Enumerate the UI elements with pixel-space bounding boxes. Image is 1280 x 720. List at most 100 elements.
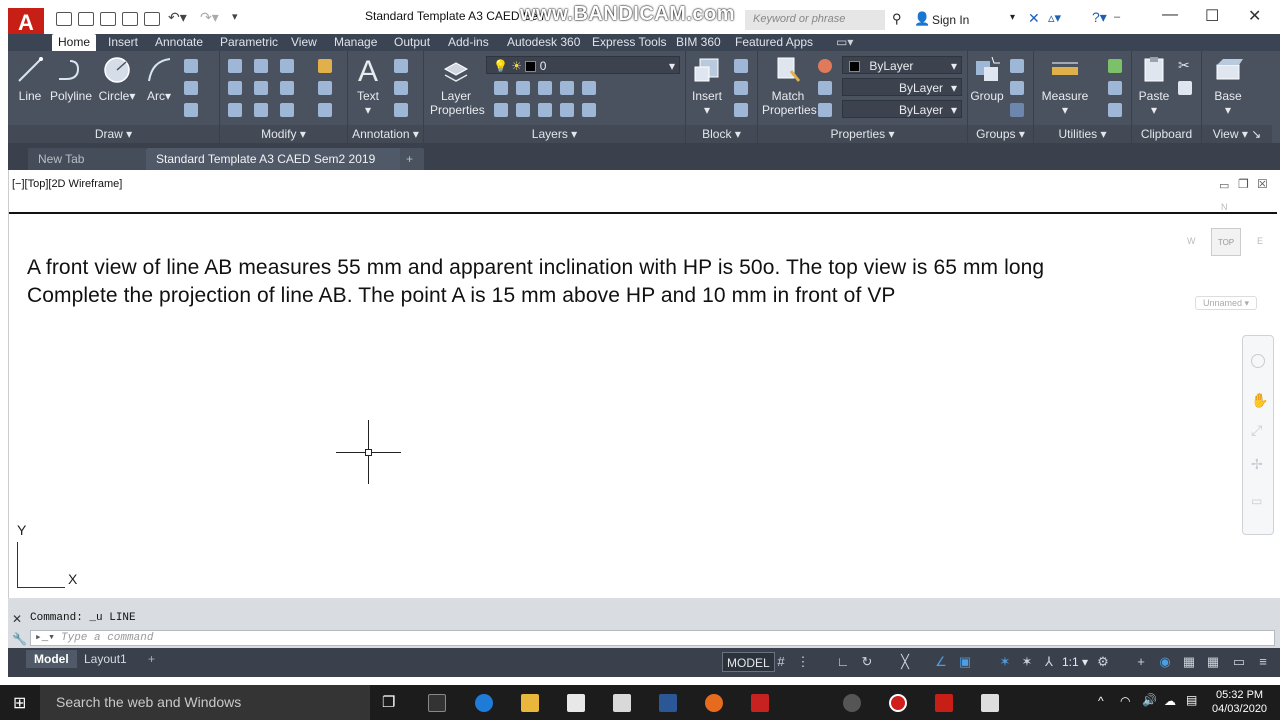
model-layout-tab[interactable]: Model bbox=[26, 650, 77, 668]
auto-scale-icon[interactable]: ✶ bbox=[1020, 655, 1034, 669]
command-prompt-app-icon[interactable] bbox=[428, 694, 446, 712]
showmotion-icon[interactable]: ▭ bbox=[1251, 494, 1262, 508]
help-icon[interactable]: ?▾ bbox=[1092, 9, 1107, 26]
minimize-app-icon[interactable]: – bbox=[1114, 11, 1120, 23]
tab-addins[interactable]: Add-ins bbox=[442, 34, 495, 51]
erase-icon[interactable] bbox=[318, 59, 332, 73]
onedrive-icon[interactable]: ☁ bbox=[1164, 694, 1176, 708]
linetype-dropdown[interactable]: ByLayer ▾ bbox=[842, 78, 962, 96]
group-edit-icon[interactable] bbox=[1010, 81, 1024, 95]
tab-manage[interactable]: Manage bbox=[328, 34, 383, 51]
layer-properties-button[interactable]: Layer Properties bbox=[430, 55, 485, 117]
layer-tool-icon[interactable] bbox=[538, 81, 552, 95]
insert-button[interactable]: Insert ▾ bbox=[688, 55, 726, 117]
layer-tool-icon[interactable] bbox=[582, 103, 596, 117]
command-input[interactable]: ▸_▾ Type a command bbox=[30, 630, 1275, 646]
save-icon[interactable] bbox=[100, 12, 116, 26]
annotation-scale-icon[interactable]: ⅄ bbox=[1042, 655, 1056, 669]
add-layout-icon[interactable]: + bbox=[140, 650, 163, 668]
search-tool-icon[interactable] bbox=[843, 694, 861, 712]
tab-options-icon[interactable]: ▭▾ bbox=[830, 34, 859, 51]
line-button[interactable]: Line bbox=[14, 55, 46, 103]
viewport-restore-icon[interactable]: ❐ bbox=[1238, 177, 1249, 191]
customize-wrench-icon[interactable]: 🔧 bbox=[12, 632, 27, 646]
tab-parametric[interactable]: Parametric bbox=[214, 34, 284, 51]
copy-clip-icon[interactable] bbox=[1178, 81, 1192, 95]
new-file-icon[interactable] bbox=[56, 12, 72, 26]
redo-icon[interactable]: ↷▾ bbox=[200, 9, 219, 26]
chevron-down-icon[interactable]: ▾ bbox=[1010, 12, 1015, 23]
pan-icon[interactable]: ✋ bbox=[1251, 392, 1268, 409]
clipboard-panel-title[interactable]: Clipboard bbox=[1132, 125, 1201, 143]
group-select-icon[interactable] bbox=[1010, 103, 1024, 117]
viewport-minimize-icon[interactable]: ▭ bbox=[1219, 179, 1229, 192]
layer-tool-icon[interactable] bbox=[538, 103, 552, 117]
a360-icon[interactable]: ▵▾ bbox=[1048, 10, 1061, 26]
viewport-controls-label[interactable]: [−][Top][2D Wireframe] bbox=[12, 178, 122, 190]
hatch-icon[interactable] bbox=[184, 81, 198, 95]
save-as-icon[interactable] bbox=[122, 12, 138, 26]
orbit-icon[interactable]: ✢ bbox=[1251, 456, 1263, 473]
mirror-icon[interactable] bbox=[254, 81, 268, 95]
word-icon[interactable] bbox=[659, 694, 677, 712]
layer-dropdown[interactable]: 💡 ☀ 0 ▾ bbox=[486, 56, 680, 74]
store-icon[interactable] bbox=[567, 694, 585, 712]
open-file-icon[interactable] bbox=[78, 12, 94, 26]
plus-icon[interactable]: + bbox=[1134, 655, 1148, 669]
paste-button[interactable]: Paste ▾ bbox=[1136, 55, 1172, 117]
tab-autodesk-360[interactable]: Autodesk 360 bbox=[501, 34, 586, 51]
tab-featured-apps[interactable]: Featured Apps bbox=[729, 34, 819, 51]
ungroup-icon[interactable] bbox=[1010, 59, 1024, 73]
file-explorer-icon[interactable] bbox=[521, 694, 539, 712]
quick-select-icon[interactable] bbox=[1108, 59, 1122, 73]
acrobat-icon[interactable] bbox=[751, 694, 769, 712]
customization-menu-icon[interactable]: ≡ bbox=[1256, 655, 1270, 669]
autocad-taskbar-icon[interactable] bbox=[935, 694, 953, 712]
modify-panel-title[interactable]: Modify ▾ bbox=[220, 125, 347, 143]
circle-button[interactable]: Circle▾ bbox=[98, 55, 136, 103]
exchange-icon[interactable]: ✕ bbox=[1028, 10, 1040, 27]
tab-output[interactable]: Output bbox=[388, 34, 436, 51]
layer-tool-icon[interactable] bbox=[560, 81, 574, 95]
copy-icon[interactable] bbox=[228, 81, 242, 95]
id-point-icon[interactable] bbox=[1108, 81, 1122, 95]
taskbar-clock[interactable]: 05:32 PM 04/03/2020 bbox=[1212, 688, 1267, 716]
notification-icon[interactable]: ▤ bbox=[1186, 693, 1197, 707]
windows-start-icon[interactable]: ⊞ bbox=[13, 693, 26, 713]
volume-icon[interactable]: 🔊 bbox=[1142, 693, 1157, 707]
tray-overflow-icon[interactable]: ^ bbox=[1098, 694, 1104, 708]
annotation-visibility-icon[interactable]: ✶ bbox=[998, 655, 1012, 669]
cut-icon[interactable]: ✂ bbox=[1178, 57, 1190, 74]
polyline-button[interactable]: Polyline bbox=[48, 55, 94, 103]
layer-tool-icon[interactable] bbox=[494, 103, 508, 117]
layer-tool-icon[interactable] bbox=[560, 103, 574, 117]
create-block-icon[interactable] bbox=[734, 59, 748, 73]
scale-icon[interactable] bbox=[254, 103, 268, 117]
edit-block-icon[interactable] bbox=[734, 81, 748, 95]
model-space-button[interactable]: MODEL bbox=[722, 652, 775, 672]
tab-annotate[interactable]: Annotate bbox=[149, 34, 209, 51]
hardware-accel-icon[interactable]: ▦ bbox=[1182, 655, 1196, 669]
fullscreen-icon[interactable]: ▭ bbox=[1232, 655, 1246, 669]
tab-express-tools[interactable]: Express Tools bbox=[586, 34, 672, 51]
binoculars-icon[interactable]: ⚲ bbox=[892, 11, 902, 27]
utilities-panel-title[interactable]: Utilities ▾ bbox=[1034, 125, 1131, 143]
offset-icon[interactable] bbox=[318, 103, 332, 117]
workspace-gear-icon[interactable]: ⚙ bbox=[1096, 655, 1110, 669]
ortho-icon[interactable]: ∟ bbox=[836, 655, 850, 669]
explode-icon[interactable] bbox=[318, 81, 332, 95]
ucs-menu[interactable]: Unnamed ▾ bbox=[1195, 296, 1257, 310]
tab-home[interactable]: Home bbox=[52, 34, 97, 51]
view-panel-title[interactable]: View ▾ ↘ bbox=[1202, 125, 1272, 143]
photos-app-icon[interactable] bbox=[981, 694, 999, 712]
print-icon[interactable] bbox=[144, 12, 160, 26]
object-snap-icon[interactable]: ▣ bbox=[958, 655, 972, 669]
snap-icon[interactable]: ⋮ bbox=[796, 655, 810, 669]
calendar-app-icon[interactable] bbox=[613, 694, 631, 712]
leader-icon[interactable] bbox=[394, 81, 408, 95]
isodraft-icon[interactable]: ╳ bbox=[898, 655, 912, 669]
match-properties-button[interactable]: Match Properties bbox=[762, 55, 817, 117]
layer-tool-icon[interactable] bbox=[582, 81, 596, 95]
color-dropdown[interactable]: ByLayer ▾ bbox=[842, 56, 962, 74]
layer-tool-icon[interactable] bbox=[516, 103, 530, 117]
